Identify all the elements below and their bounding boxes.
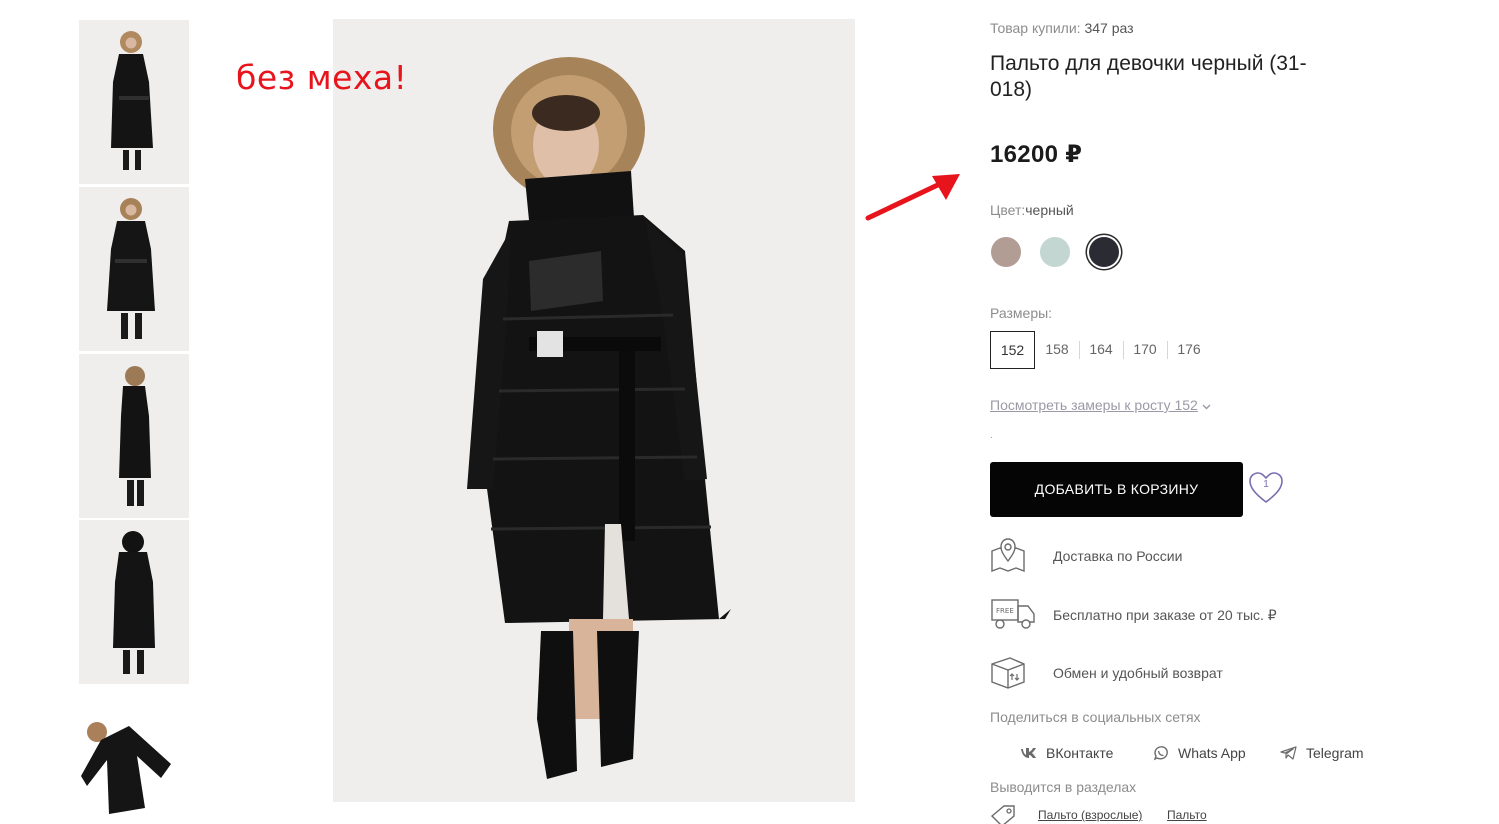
share-whatsapp[interactable]: Whats App: [1152, 745, 1246, 765]
share-label: Поделиться в социальных сетях: [990, 709, 1201, 725]
purchase-count-label: Товар купили:: [990, 20, 1081, 36]
feature-returns: Обмен и удобный возврат: [990, 654, 1390, 694]
color-label-text: Цвет:: [990, 202, 1026, 218]
feature-delivery-text: Доставка по России: [1053, 548, 1183, 564]
whatsapp-icon: [1153, 746, 1168, 761]
share-whatsapp-label[interactable]: Whats App: [1178, 745, 1246, 761]
annotation-text: без меха!: [236, 58, 408, 97]
free-delivery-truck-icon: FREE: [991, 599, 1035, 629]
map-location-icon: [991, 538, 1025, 573]
feature-returns-text: Обмен и удобный возврат: [1053, 665, 1223, 681]
add-to-cart-button[interactable]: ДОБАВИТЬ В КОРЗИНУ: [990, 462, 1243, 517]
red-arrow-icon: [865, 174, 960, 221]
girl-in-black-coat-photo: [333, 19, 855, 802]
coat-thumbnail-image: [79, 354, 189, 518]
tag-icon: [990, 805, 1015, 824]
thumbnail-5[interactable]: [79, 690, 189, 824]
color-swatches: [990, 237, 1130, 269]
share-telegram[interactable]: Telegram: [1280, 745, 1364, 765]
thumbnail-1[interactable]: [79, 20, 189, 184]
separator-dot: .: [990, 430, 993, 441]
measurements-link-text[interactable]: Посмотреть замеры к росту 152: [990, 397, 1198, 413]
color-value: черный: [1025, 202, 1074, 218]
share-vk-label[interactable]: ВКонтакте: [1046, 745, 1113, 761]
feature-free-shipping: FREE Бесплатно при заказе от 20 тыс. ₽: [990, 596, 1390, 636]
purchase-count-value: 347 раз: [1084, 20, 1134, 36]
thumbnail-4[interactable]: [79, 520, 189, 684]
section-link-coats[interactable]: Пальто: [1167, 808, 1207, 822]
section-link-coats-adults[interactable]: Пальто (взрослые): [1038, 808, 1142, 822]
swatch-taupe[interactable]: [991, 237, 1021, 267]
swatch-mint[interactable]: [1040, 237, 1070, 267]
measurements-link[interactable]: Посмотреть замеры к росту 152: [990, 397, 1211, 413]
favorite-button[interactable]: 1: [1248, 470, 1284, 506]
coat-thumbnail-image: [79, 690, 189, 824]
return-box-icon: [991, 657, 1025, 689]
swatch-black[interactable]: [1089, 237, 1119, 267]
chevron-down-icon: [1202, 404, 1211, 410]
telegram-icon: [1280, 746, 1297, 760]
feature-delivery: Доставка по России: [990, 537, 1390, 577]
share-telegram-label[interactable]: Telegram: [1306, 745, 1364, 761]
svg-text:FREE: FREE: [996, 607, 1014, 615]
color-label: Цвет:черный: [990, 202, 1074, 218]
size-option-158[interactable]: 158: [1035, 331, 1079, 369]
share-vk[interactable]: ВКонтакте: [1020, 745, 1113, 765]
purchase-count: Товар купили: 347 раз: [990, 20, 1134, 36]
coat-thumbnail-image: [79, 20, 189, 184]
thumbnail-3[interactable]: [79, 354, 189, 518]
size-option-170[interactable]: 170: [1123, 331, 1167, 369]
size-option-164[interactable]: 164: [1079, 331, 1123, 369]
sizes-label: Размеры:: [990, 305, 1053, 321]
size-option-152[interactable]: 152: [990, 331, 1035, 369]
coat-thumbnail-image: [79, 187, 189, 351]
product-price: 16200 ₽: [990, 141, 1083, 168]
coat-thumbnail-image: [79, 520, 189, 684]
size-option-176[interactable]: 176: [1167, 331, 1211, 369]
vk-icon: [1021, 748, 1036, 758]
main-product-image: [333, 19, 855, 802]
favorite-count: 1: [1263, 479, 1269, 490]
feature-free-shipping-text: Бесплатно при заказе от 20 тыс. ₽: [1053, 607, 1277, 623]
sections-label: Выводится в разделах: [990, 779, 1137, 795]
thumbnail-2[interactable]: [79, 187, 189, 351]
product-title: Пальто для девочки черный (31-018): [990, 52, 1307, 101]
